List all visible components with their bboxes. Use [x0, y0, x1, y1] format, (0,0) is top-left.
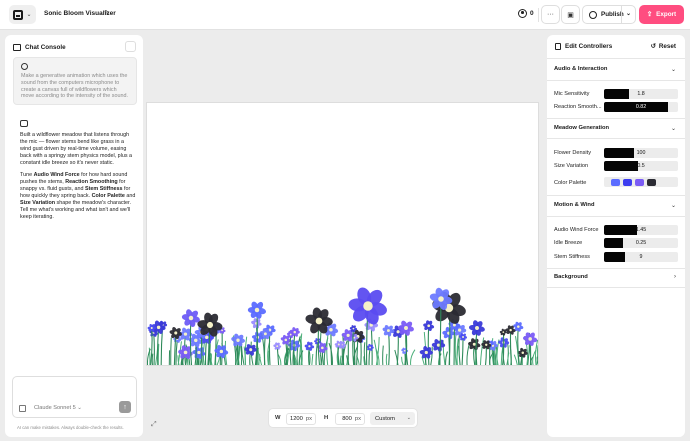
reset-icon: ↺: [650, 43, 656, 50]
palette-swatch[interactable]: [647, 178, 656, 186]
console-icon: [13, 44, 21, 51]
controls-panel: Edit Controllers ↺ Reset Audio & Interac…: [547, 35, 685, 437]
chat-input[interactable]: Claude Sonnet 5 ⌄ ↑: [12, 376, 137, 418]
divider: [547, 287, 685, 288]
wildflower-meadow: [147, 287, 538, 365]
user-avatar-icon: [21, 63, 28, 70]
divider: [547, 138, 685, 139]
audio-wind-force-label: Audio Wind Force: [554, 227, 599, 233]
flower-density-label: Flower Density: [554, 150, 591, 156]
height-label: H: [324, 415, 329, 421]
chevron-down-icon[interactable]: ⌄: [671, 202, 676, 209]
slider-value: 9: [639, 254, 643, 260]
arrow-up-icon: ↑: [123, 403, 127, 411]
reaction-smoothing-label: Reaction Smooth...: [554, 104, 602, 110]
audio-wind-force-slider[interactable]: 1.45: [604, 225, 678, 235]
user-count: 0: [530, 10, 534, 17]
chevron-right-icon[interactable]: ›: [674, 274, 676, 280]
color-palette-picker[interactable]: [604, 177, 678, 187]
slider-value: 100: [636, 150, 646, 156]
size-variation-slider[interactable]: 0.5: [604, 161, 678, 171]
divider: [547, 118, 685, 119]
save-button[interactable]: ▣: [561, 5, 580, 24]
disclaimer-text: AI can make mistakes. Always double-chec…: [17, 425, 124, 430]
divider: [547, 195, 685, 196]
palette-swatch[interactable]: [635, 178, 644, 186]
model-selector[interactable]: Claude Sonnet 5 ⌄: [34, 405, 82, 411]
user-icon: [518, 9, 527, 18]
chevron-down-icon[interactable]: ⌄: [626, 10, 631, 17]
expand-icon[interactable]: ⤢: [151, 421, 157, 429]
controls-title: Edit Controllers: [565, 43, 613, 50]
send-button[interactable]: ↑: [119, 401, 131, 413]
ellipsis-icon: ···: [547, 11, 554, 18]
width-input[interactable]: 1200 px: [286, 413, 316, 425]
reaction-smoothing-slider[interactable]: 0.82: [604, 102, 678, 112]
stem-stiffness-slider[interactable]: 9: [604, 252, 678, 262]
user-message-text: Make a generative animation which uses t…: [21, 73, 128, 100]
app-logo-icon: [13, 9, 24, 20]
divider: [547, 80, 685, 81]
color-palette-label: Color Palette: [554, 180, 587, 186]
assistant-message-text: Built a wildflower meadow that listens t…: [20, 132, 133, 166]
app-menu-button[interactable]: ⌄: [9, 5, 36, 24]
divider: [621, 6, 622, 23]
globe-icon: [589, 10, 597, 19]
assistant-message-text: Tune Audio Wind Force for how hard sound…: [20, 172, 136, 220]
divider: [547, 216, 685, 217]
export-button[interactable]: ⇪ Export: [639, 5, 684, 24]
upload-icon: ⇪: [646, 11, 653, 18]
reset-button[interactable]: ↺ Reset: [651, 43, 676, 50]
height-input[interactable]: 800 px: [335, 413, 365, 425]
chat-panel: Chat Console Make a generative animation…: [5, 35, 143, 437]
chevron-down-icon: ⌄: [406, 415, 411, 421]
assistant-message: Built a wildflower meadow that listens t…: [20, 120, 136, 226]
slider-value: 0.25: [635, 240, 647, 246]
publish-button[interactable]: Publish ⌄: [582, 5, 636, 24]
more-options-button[interactable]: ···: [541, 5, 560, 24]
assistant-avatar-icon: [20, 120, 28, 127]
slider-value: 1.8: [637, 91, 645, 97]
controls-header: Edit Controllers: [555, 43, 612, 50]
palette-swatch[interactable]: [611, 178, 620, 186]
chat-panel-header: Chat Console: [13, 44, 66, 51]
save-icon: ▣: [567, 11, 574, 19]
divider: [547, 268, 685, 269]
export-label: Export: [656, 11, 677, 18]
chat-title: Chat Console: [25, 44, 66, 51]
slider-value: 1.45: [635, 227, 647, 233]
slider-value: 0.82: [635, 104, 647, 110]
edit-title-icon[interactable]: ✎: [104, 9, 113, 18]
chevron-down-icon[interactable]: ⌄: [671, 125, 676, 132]
section-meadow-header[interactable]: Meadow Generation: [554, 125, 609, 131]
controls-icon: [555, 43, 561, 50]
size-preset-select[interactable]: Custom ⌄: [370, 412, 415, 425]
attach-image-icon[interactable]: [19, 405, 26, 412]
chevron-down-icon: ⌄: [26, 12, 32, 18]
palette-swatch[interactable]: [623, 178, 632, 186]
stem-stiffness-label: Stem Stiffness: [554, 254, 590, 260]
idle-breeze-label: Idle Breeze: [554, 240, 583, 246]
top-bar: ⌄ Sonic Bloom Visualizer ✎ 0 ··· ▣ Publi…: [0, 0, 690, 30]
flower-density-slider[interactable]: 100: [604, 148, 678, 158]
users-indicator[interactable]: 0: [518, 9, 534, 18]
width-label: W: [275, 415, 281, 421]
canvas-size-bar: W 1200 px H 800 px Custom ⌄: [268, 408, 418, 428]
size-variation-label: Size Variation: [554, 163, 589, 169]
slider-value: 0.5: [637, 163, 645, 169]
divider: [538, 8, 539, 22]
section-motion-header[interactable]: Motion & Wind: [554, 202, 595, 208]
user-message: Make a generative animation which uses t…: [13, 57, 137, 105]
section-background-header[interactable]: Background: [554, 274, 588, 280]
mic-sensitivity-label: Mic Sensitivity: [554, 91, 590, 97]
divider: [547, 58, 685, 59]
mic-sensitivity-slider[interactable]: 1.8: [604, 89, 678, 99]
chevron-down-icon[interactable]: ⌄: [671, 66, 676, 73]
section-audio-header[interactable]: Audio & Interaction: [554, 66, 607, 72]
preview-canvas[interactable]: [146, 102, 539, 366]
idle-breeze-slider[interactable]: 0.25: [604, 238, 678, 248]
collapse-panel-button[interactable]: [125, 41, 136, 52]
